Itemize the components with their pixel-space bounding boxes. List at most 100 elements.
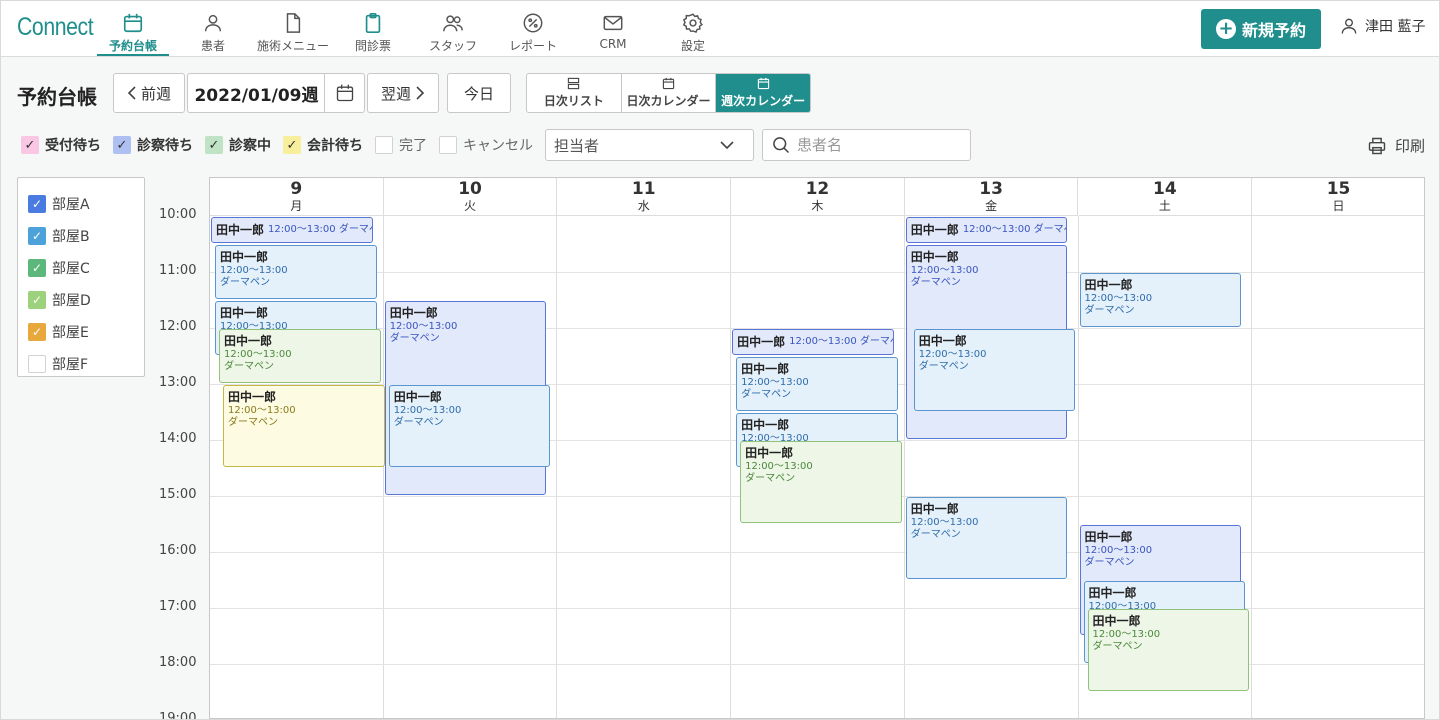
- time-label: 12:00: [159, 319, 197, 334]
- checkbox-checked[interactable]: ✓: [28, 195, 46, 213]
- next-week-button[interactable]: 翌週: [367, 73, 439, 113]
- checkbox-checked[interactable]: ✓: [113, 136, 131, 154]
- appointment-treatment: ダーマペン: [1084, 557, 1135, 568]
- status-filter-in-exam[interactable]: ✓ 診察中: [205, 135, 271, 155]
- appointment-patient-name: 田中一郎: [228, 390, 277, 404]
- day-number: 10: [458, 179, 482, 199]
- checkbox-checked[interactable]: ✓: [28, 259, 46, 277]
- view-daily-calendar[interactable]: 日次カレンダー: [622, 74, 717, 112]
- nav-item-staff[interactable]: スタッフ: [423, 1, 483, 56]
- appointment-time: 12:00〜13:00: [1084, 545, 1153, 556]
- appointment-event[interactable]: 田中一郎12:00〜13:00ダーマペン: [913, 329, 1076, 411]
- status-filter-payment[interactable]: ✓ 会計待ち: [283, 135, 363, 155]
- room-filter-item[interactable]: ✓ 部屋C: [18, 252, 144, 284]
- room-filter-item[interactable]: ✓ 部屋A: [18, 188, 144, 220]
- appointment-patient-name: 田中一郎: [910, 502, 959, 516]
- chevron-down-icon: [720, 141, 734, 150]
- day-header[interactable]: 15 日: [1252, 178, 1424, 216]
- checkbox-checked[interactable]: ✓: [28, 323, 46, 341]
- app-logo[interactable]: Connect: [17, 13, 94, 42]
- checkbox-unchecked[interactable]: [28, 355, 46, 373]
- appointment-time: 12:00〜13:00: [228, 405, 296, 416]
- room-filter-item[interactable]: 部屋F: [18, 348, 144, 380]
- nav-item-reservations[interactable]: 予約台帳: [97, 1, 169, 56]
- print-button[interactable]: 印刷: [1367, 135, 1425, 156]
- room-filter-item[interactable]: ✓ 部屋E: [18, 316, 144, 348]
- day-number: 14: [1153, 179, 1177, 199]
- appointment-time: 12:00〜13:00 ダーマペン: [962, 224, 1067, 235]
- status-filters: ✓ 受付待ち ✓ 診察待ち ✓ 診察中 ✓ 会計待ち 完了 キャンセル: [21, 135, 533, 155]
- appointment-event[interactable]: 田中一郎12:00〜13:00ダーマペン: [1079, 273, 1242, 327]
- status-filter-cancel[interactable]: キャンセル: [439, 135, 533, 155]
- checkbox-checked[interactable]: ✓: [283, 136, 301, 154]
- day-number: 15: [1326, 179, 1351, 199]
- page-title: 予約台帳: [17, 85, 97, 109]
- status-filter-done[interactable]: 完了: [375, 135, 427, 155]
- new-reservation-button[interactable]: + 新規予約: [1201, 9, 1321, 49]
- room-label: 部屋A: [52, 197, 90, 213]
- time-label: 19:00: [159, 711, 197, 720]
- appointment-patient-name: 田中一郎: [1092, 614, 1141, 628]
- checkbox-checked[interactable]: ✓: [28, 291, 46, 309]
- room-filter-item[interactable]: ✓ 部屋D: [18, 284, 144, 316]
- checkbox-checked[interactable]: ✓: [28, 227, 46, 245]
- nav-item-questionnaire[interactable]: 問診票: [343, 1, 403, 56]
- day-header[interactable]: 9月: [210, 178, 384, 216]
- appointment-event[interactable]: 田中一郎12:00〜13:00ダーマペン: [736, 357, 898, 411]
- nav-item-crm[interactable]: CRM: [583, 1, 643, 56]
- appointment-treatment: ダーマペン: [389, 333, 440, 344]
- appointment-patient-name: 田中一郎: [1084, 278, 1133, 292]
- status-filter-waiting[interactable]: ✓ 診察待ち: [113, 135, 193, 155]
- day-header[interactable]: 10 火: [383, 178, 558, 216]
- room-filter-item[interactable]: ✓ 部屋B: [18, 220, 144, 252]
- today-button[interactable]: 今日: [447, 73, 511, 113]
- appointment-treatment: ダーマペン: [910, 529, 961, 540]
- date-picker-button[interactable]: [324, 73, 365, 113]
- checkbox-checked[interactable]: ✓: [21, 136, 39, 154]
- day-header[interactable]: 13 金: [904, 178, 1079, 216]
- nav-item-treatment-menu[interactable]: 施術メニュー: [253, 1, 333, 56]
- room-label: 部屋B: [52, 229, 90, 245]
- appointment-event[interactable]: 田中一郎12:00〜13:00ダーマペン: [905, 497, 1068, 579]
- room-label: 部屋F: [52, 357, 89, 373]
- appointment-patient-name: 田中一郎: [910, 223, 959, 237]
- staff-select[interactable]: 担当者: [545, 129, 754, 161]
- nav-item-report[interactable]: レポート: [503, 1, 563, 56]
- nav-label: スタッフ: [428, 39, 477, 53]
- printer-icon: [1368, 137, 1386, 154]
- staff-select-placeholder: 担当者: [554, 136, 600, 155]
- view-switcher: 日次リスト 日次カレンダー 週次カレンダー: [526, 73, 811, 113]
- patient-search[interactable]: [762, 129, 971, 161]
- appointment-treatment: ダーマペン: [741, 389, 792, 400]
- status-filter-reception[interactable]: ✓ 受付待ち: [21, 135, 101, 155]
- prev-week-button[interactable]: 前週: [113, 73, 185, 113]
- day-header[interactable]: 14 土: [1078, 178, 1253, 216]
- appointment-event[interactable]: 田中一郎12:00〜13:00 ダーマペン: [905, 217, 1068, 243]
- appointment-event[interactable]: 田中一郎12:00〜13:00ダーマペン: [215, 245, 377, 299]
- week-date-display[interactable]: 2022/01/09週: [187, 73, 325, 113]
- nav-item-patients[interactable]: 患者: [183, 1, 243, 56]
- day-header[interactable]: 12 木: [731, 178, 905, 216]
- new-reservation-label: 新規予約: [1241, 21, 1306, 40]
- appointment-event[interactable]: 田中一郎12:00〜13:00 ダーマペン: [211, 217, 373, 243]
- view-daily-list[interactable]: 日次リスト: [527, 74, 622, 112]
- checkbox-unchecked[interactable]: [439, 136, 457, 154]
- person-icon: [204, 14, 222, 32]
- view-weekly-calendar[interactable]: 週次カレンダー: [716, 74, 810, 112]
- nav-item-settings[interactable]: 設定: [663, 1, 723, 56]
- nav-label: 患者: [200, 39, 225, 53]
- appointment-event[interactable]: 田中一郎12:00〜13:00ダーマペン: [1087, 609, 1250, 691]
- appointment-event[interactable]: 田中一郎12:00〜13:00ダーマペン: [219, 329, 381, 383]
- user-menu[interactable]: 津田 藍子: [1339, 15, 1425, 37]
- appointment-event[interactable]: 田中一郎12:00〜13:00ダーマペン: [388, 385, 551, 467]
- appointment-event[interactable]: 田中一郎12:00〜13:00ダーマペン: [223, 385, 385, 467]
- appointment-event[interactable]: 田中一郎12:00〜13:00ダーマペン: [740, 441, 902, 523]
- appointment-patient-name: 田中一郎: [393, 390, 442, 404]
- room-label: 部屋C: [52, 261, 90, 277]
- checkbox-unchecked[interactable]: [375, 136, 393, 154]
- day-divider: [1077, 216, 1079, 718]
- patient-search-input[interactable]: [797, 136, 957, 154]
- checkbox-checked[interactable]: ✓: [205, 136, 223, 154]
- day-header[interactable]: 11 水: [557, 178, 732, 216]
- appointment-event[interactable]: 田中一郎12:00〜13:00 ダーマペン: [732, 329, 894, 355]
